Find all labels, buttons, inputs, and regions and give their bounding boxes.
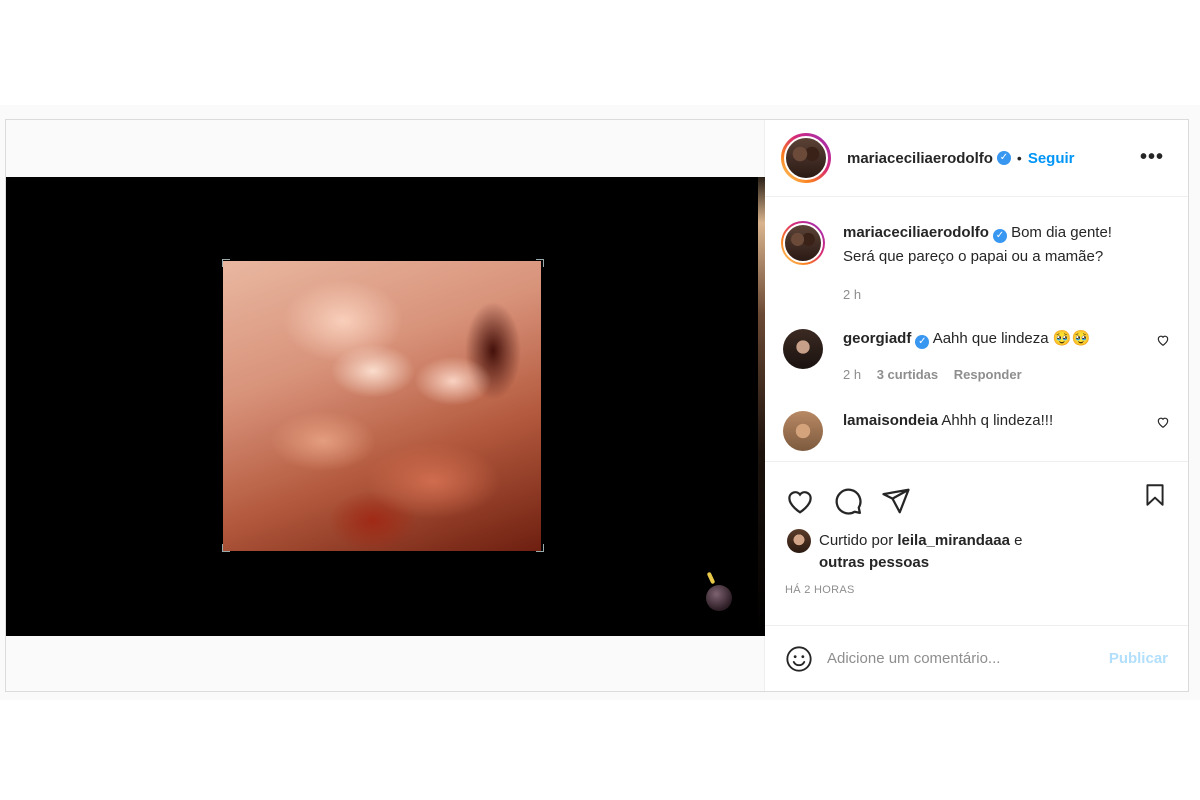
caption-avatar[interactable] — [781, 221, 825, 265]
crop-corner — [222, 544, 230, 552]
author-avatar[interactable] — [781, 133, 831, 183]
publish-button[interactable]: Publicar — [1109, 650, 1168, 667]
ultrasound-render — [223, 261, 541, 551]
heart-icon[interactable] — [785, 486, 815, 516]
caption: mariaceciliaerodolfo ✓ Bom dia gente! Ser… — [781, 221, 1172, 307]
comment-item: georgiadf ✓ Aahh que lindeza 🥹🥹 2 h 3 cur… — [781, 327, 1172, 387]
author-username[interactable]: mariaceciliaerodolfo — [847, 150, 993, 167]
post-media[interactable] — [6, 120, 765, 691]
caption-username[interactable]: mariaceciliaerodolfo — [843, 224, 989, 241]
crop-corner — [536, 259, 544, 267]
heart-icon[interactable] — [1156, 415, 1170, 429]
likes-others-link[interactable]: outras pessoas — [819, 554, 929, 571]
comment-username[interactable]: lamaisondeia — [843, 412, 938, 429]
likes-suffix: e — [1014, 532, 1023, 549]
comment-likes[interactable]: 3 curtidas — [877, 367, 938, 382]
image-scale-bar — [758, 177, 765, 636]
comment-time[interactable]: 2 h — [843, 367, 861, 382]
caption-text-line2: Será que pareço o papai ou a mamãe? — [843, 248, 1104, 265]
more-options-icon[interactable]: ••• — [1140, 146, 1164, 169]
post-sidebar: mariaceciliaerodolfo ✓ • Seguir ••• mari… — [765, 120, 1188, 691]
comment-input[interactable] — [827, 650, 1109, 667]
likes-prefix: Curtido por — [819, 532, 894, 549]
verified-badge-icon: ✓ — [996, 151, 1011, 165]
comment-item: lamaisondeia Ahhh q lindeza!!! — [781, 409, 1172, 453]
ultrasound-image — [6, 177, 765, 636]
bookmark-icon[interactable] — [1142, 480, 1168, 510]
separator-dot: • — [1016, 150, 1022, 166]
comment-username[interactable]: georgiadf — [843, 330, 911, 347]
comments-list[interactable]: mariaceciliaerodolfo ✓ Bom dia gente! Ser… — [765, 197, 1188, 462]
commenter-avatar[interactable] — [783, 329, 823, 369]
add-comment-bar: Publicar — [765, 625, 1188, 691]
liker-avatar[interactable] — [787, 529, 811, 553]
post-dialog: mariaceciliaerodolfo ✓ • Seguir ••• mari… — [5, 119, 1189, 692]
action-bar — [765, 462, 1188, 526]
smiley-icon[interactable] — [785, 645, 813, 673]
follow-button[interactable]: Seguir — [1028, 150, 1075, 167]
comment-text: Ahhh q lindeza!!! — [941, 412, 1054, 429]
crop-corner — [222, 259, 230, 267]
crop-corner — [536, 544, 544, 552]
caption-time[interactable]: 2 h — [843, 287, 861, 302]
commenter-avatar[interactable] — [783, 411, 823, 451]
liker-username[interactable]: leila_mirandaaa — [897, 532, 1010, 549]
paper-plane-icon[interactable] — [881, 486, 911, 516]
bomb-sticker — [706, 585, 732, 611]
verified-badge-icon: ✓ — [992, 229, 1007, 243]
post-timestamp[interactable]: HÁ 2 HORAS — [765, 574, 1188, 596]
caption-text-line1: Bom dia gente! — [1011, 224, 1112, 241]
likes-summary: Curtido por leila_mirandaaa e outras pes… — [765, 526, 1188, 574]
heart-icon[interactable] — [1156, 333, 1170, 347]
comment-text: Aahh que lindeza 🥹🥹 — [932, 330, 1091, 347]
reply-button[interactable]: Responder — [954, 367, 1022, 382]
bomb-fuse — [706, 571, 716, 585]
verified-badge-icon: ✓ — [915, 335, 930, 349]
post-header: mariaceciliaerodolfo ✓ • Seguir ••• — [765, 120, 1188, 197]
comment-bubble-icon[interactable] — [833, 486, 863, 516]
